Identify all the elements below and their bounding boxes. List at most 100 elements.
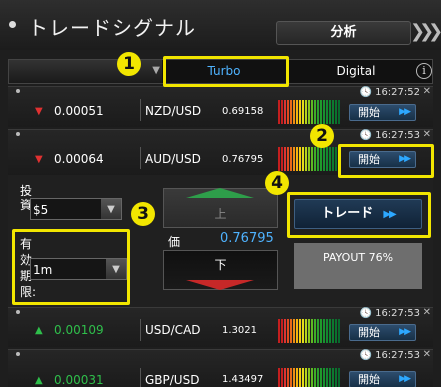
- chevron-down-icon: ▼: [101, 199, 121, 219]
- row-price: 1.3021: [222, 325, 257, 336]
- start-button[interactable]: 開始 ▶▶: [349, 371, 416, 387]
- meter-bar: [311, 319, 313, 343]
- meter-bar: [287, 319, 289, 343]
- header: トレードシグナル 分析 ❯❯❯: [0, 0, 441, 50]
- meter-bar: [317, 100, 319, 124]
- meter-bar: [332, 368, 334, 387]
- meter-bar: [317, 368, 319, 387]
- close-icon[interactable]: ✕: [423, 349, 431, 360]
- meter-bar: [326, 319, 328, 343]
- signal-row[interactable]: 🕓 16:27:53 ✕ ▲ 0.00109 USD/CAD 1.3021 開始…: [8, 307, 433, 347]
- meter-bar: [305, 100, 307, 124]
- meter-bar: [323, 368, 325, 387]
- meter-bar: [284, 100, 286, 124]
- row-pair: NZD/USD: [145, 104, 202, 118]
- signal-row[interactable]: 🕓 16:27:53 ✕ ▲ 0.00031 GBP/USD 1.43497 開…: [8, 349, 433, 387]
- callout-number-2: 2: [310, 124, 334, 148]
- meter-bar: [296, 368, 298, 387]
- meter-bar: [326, 100, 328, 124]
- meter-bar: [299, 319, 301, 343]
- price-value: 0.76795: [220, 231, 274, 246]
- row-time: 🕓 16:27:52: [359, 87, 420, 98]
- meter-bar: [314, 100, 316, 124]
- meter-bar: [314, 147, 316, 171]
- divider: [140, 319, 141, 341]
- row-change: 0.00064: [54, 152, 104, 166]
- row-price: 0.69158: [222, 106, 264, 117]
- meter-bar: [278, 368, 280, 387]
- divider: [140, 147, 141, 169]
- meter-bar: [281, 368, 283, 387]
- meter-bar: [308, 100, 310, 124]
- meter-bar: [281, 319, 283, 343]
- meter-bar: [329, 147, 331, 171]
- meter-bar: [335, 319, 337, 343]
- down-arrow-icon: [186, 280, 254, 290]
- meter-bar: [329, 319, 331, 343]
- meter-bar: [290, 368, 292, 387]
- divider: [140, 368, 141, 387]
- strength-meter: [278, 319, 342, 343]
- row-change: 0.00031: [54, 373, 104, 387]
- signal-row[interactable]: 🕓 16:27:52 ✕ ▼ 0.00051 NZD/USD 0.69158 開…: [8, 86, 433, 127]
- close-icon[interactable]: ✕: [423, 307, 431, 318]
- start-button[interactable]: 開始 ▶▶: [349, 324, 416, 341]
- meter-bar: [278, 147, 280, 171]
- play-icon: ▶▶: [399, 374, 411, 384]
- row-change: 0.00051: [54, 104, 104, 118]
- callout-number-4: 4: [265, 171, 289, 195]
- meter-bar: [302, 319, 304, 343]
- close-icon[interactable]: ✕: [423, 129, 431, 140]
- meter-bar: [305, 147, 307, 171]
- strength-meter: [278, 100, 342, 124]
- meter-bar: [320, 319, 322, 343]
- meter-bar: [314, 368, 316, 387]
- meter-bar: [329, 368, 331, 387]
- strength-meter: [278, 368, 342, 387]
- callout-number-1: 1: [117, 52, 141, 76]
- callout-number-3: 3: [131, 202, 155, 226]
- meter-bar: [311, 147, 313, 171]
- up-arrow-icon: [186, 188, 254, 198]
- price-label: 価: [168, 235, 181, 249]
- row-change: 0.00109: [54, 323, 104, 337]
- arrow-down-icon: ▼: [35, 106, 43, 117]
- meter-bar: [320, 368, 322, 387]
- meter-bar: [332, 147, 334, 171]
- chevron-right-icon[interactable]: ❯❯❯: [410, 21, 441, 45]
- meter-bar: [299, 368, 301, 387]
- meter-bar: [335, 368, 337, 387]
- row-price: 0.76795: [222, 154, 264, 165]
- meter-bar: [287, 147, 289, 171]
- bullet-icon: [16, 89, 20, 93]
- investment-value: $5: [33, 203, 49, 217]
- meter-bar: [296, 319, 298, 343]
- meter-bar: [299, 147, 301, 171]
- meter-bar: [302, 368, 304, 387]
- arrow-up-icon: ▲: [35, 325, 43, 336]
- meter-bar: [329, 100, 331, 124]
- arrow-up-icon: ▲: [35, 375, 43, 386]
- meter-bar: [293, 147, 295, 171]
- meter-bar: [311, 100, 313, 124]
- tab-digital[interactable]: Digital: [301, 60, 411, 83]
- row-pair: USD/CAD: [145, 323, 201, 337]
- meter-bar: [308, 368, 310, 387]
- meter-bar: [317, 147, 319, 171]
- meter-bar: [302, 147, 304, 171]
- payout-badge: PAYOUT 76%: [294, 243, 422, 289]
- meter-bar: [305, 319, 307, 343]
- close-icon[interactable]: ✕: [423, 86, 431, 97]
- meter-bar: [296, 147, 298, 171]
- meter-bar: [332, 319, 334, 343]
- meter-bar: [317, 319, 319, 343]
- meter-bar: [326, 147, 328, 171]
- analysis-button[interactable]: 分析: [276, 21, 411, 45]
- meter-bar: [338, 368, 340, 387]
- investment-select[interactable]: $5 ▼: [30, 198, 122, 220]
- meter-bar: [284, 319, 286, 343]
- meter-bar: [284, 368, 286, 387]
- start-button[interactable]: 開始 ▶▶: [349, 104, 416, 121]
- info-icon[interactable]: i: [416, 63, 432, 79]
- meter-bar: [287, 100, 289, 124]
